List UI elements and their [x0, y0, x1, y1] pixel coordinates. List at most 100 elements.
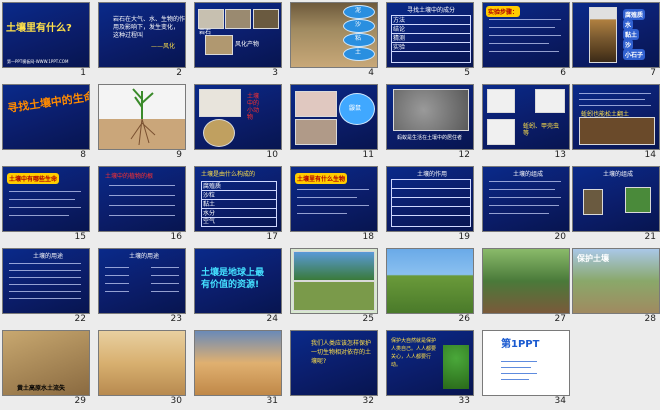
slide-thumbnail-29[interactable]: 黄土高原水土流失 29	[2, 330, 90, 410]
slide-text: 土壤是地球上最有价值的资源!	[201, 268, 265, 290]
soil-jar-photo	[589, 7, 617, 63]
slide-thumbnail-31[interactable]: 31	[194, 330, 282, 410]
slide-3-preview: 岩石 风化产物	[194, 2, 282, 68]
slide-15-preview: 土壤中有哪些生命	[2, 166, 90, 232]
slide-number: 2	[176, 68, 182, 78]
table-cell: 腐殖质	[203, 183, 222, 190]
slide-number: 33	[458, 396, 470, 406]
slide-thumbnail-34[interactable]: 第1PPT 34	[482, 330, 570, 410]
slide-thumbnail-15[interactable]: 土壤中有哪些生命 15	[2, 166, 90, 246]
slide-title: 土壤的用途	[129, 253, 160, 260]
bubble-text: 泥	[355, 7, 362, 14]
slide-number: 3	[272, 68, 278, 78]
slide-thumbnail-4[interactable]: 泥 沙 粘 土 4	[290, 2, 378, 82]
slide-thumbnail-11[interactable]: 鼹鼠 11	[290, 84, 378, 164]
slide-thumbnail-3[interactable]: 岩石 风化产物 3	[194, 2, 282, 82]
beetle-photo	[535, 89, 565, 113]
slide-thumbnail-28[interactable]: 保护土壤 28	[572, 248, 660, 328]
slide-24-preview: 土壤是地球上最有价值的资源!	[194, 248, 282, 314]
slide-thumbnail-2[interactable]: 岩石在大气、水、生物的作 用及影响下，发生变化， 这种过程叫 ——风化 2	[98, 2, 186, 82]
slide-thumbnail-8[interactable]: 寻找土壤中的生命 8	[2, 84, 90, 164]
slide-number: 6	[560, 68, 566, 78]
layer-label: 小石子	[623, 49, 646, 60]
slide-thumbnail-1[interactable]: 土壤里有什么? 第一PPT模板网-WWW.1PPT.COM 1	[2, 2, 90, 82]
slide-text: 保护大自然就是保护人类自己。人人都要关心，人人都要行动。	[391, 338, 437, 368]
slide-thumbnail-27[interactable]: 27	[482, 248, 570, 328]
slide-title: 寻找土壤中的生命	[6, 89, 90, 116]
slide-8-preview: 寻找土壤中的生命	[2, 84, 90, 150]
slide-18-preview: 土壤里有什么生物	[290, 166, 378, 232]
slide-25-preview	[290, 248, 378, 314]
rock-photo	[198, 9, 224, 29]
slide-thumbnail-17[interactable]: 土壤是由什么构成的 腐殖质 沙粒 黏土 水分 空气 17	[194, 166, 282, 246]
slide-number: 13	[554, 150, 566, 160]
slide-thumbnail-13[interactable]: 蚯蚓、甲壳虫等 13	[482, 84, 570, 164]
slide-thumbnail-26[interactable]: 26	[386, 248, 474, 328]
farmland-photo	[293, 281, 375, 311]
plant-roots-icon	[99, 88, 185, 149]
slide-thumbnail-5[interactable]: 寻找土壤中的成分 方法 结论 猜测 实验 5	[386, 2, 474, 82]
bubble-text: 粘	[355, 35, 362, 42]
slide-number: 8	[80, 150, 86, 160]
plant-photo	[625, 187, 651, 213]
slide-thumbnail-30[interactable]: 30	[98, 330, 186, 410]
slide-thumbnail-33[interactable]: 保护大自然就是保护人类自己。人人都要关心，人人都要行动。 33	[386, 330, 474, 410]
slide-number: 5	[464, 68, 470, 78]
slide-thumbnail-22[interactable]: 土壤的用途 22	[2, 248, 90, 328]
slide-number: 32	[362, 396, 374, 406]
slide-thumbnail-24[interactable]: 土壤是地球上最有价值的资源! 24	[194, 248, 282, 328]
table-cell: 实验	[393, 44, 406, 51]
slide-6-preview: 实验步骤：	[482, 2, 570, 68]
slide-caption: 蚂蚁是生活在土壤中的居住者	[397, 135, 463, 141]
slide-thumbnail-10[interactable]: 土壤中的小动物 10	[194, 84, 282, 164]
slide-34-preview: 第1PPT	[482, 330, 570, 396]
table-cell: 水分	[203, 210, 216, 217]
slide-26-preview	[386, 248, 474, 314]
slide-thumbnail-6[interactable]: 实验步骤： 6	[482, 2, 570, 82]
slide-31-preview	[194, 330, 282, 396]
slide-22-preview: 土壤的用途	[2, 248, 90, 314]
slide-thumbnail-16[interactable]: 土壤中的植物的根 16	[98, 166, 186, 246]
soil-sample-photo	[583, 189, 603, 215]
slide-number: 1	[80, 68, 86, 78]
soil-photo	[253, 9, 279, 29]
slide-thumbnail-21[interactable]: 土壤的组成 21	[572, 166, 660, 246]
slide-number: 15	[74, 232, 86, 242]
slide-number: 7	[650, 68, 656, 78]
slide-29-preview: 黄土高原水土流失	[2, 330, 90, 396]
tree-photo	[443, 345, 469, 389]
slide-thumbnail-18[interactable]: 土壤里有什么生物 18	[290, 166, 378, 246]
label-rock: 岩石	[199, 29, 212, 36]
slide-28-preview: 保护土壤	[572, 248, 660, 314]
slide-number: 19	[458, 232, 470, 242]
slide-caption: 土壤中的小动物	[247, 93, 260, 121]
slide-sorter-grid: 土壤里有什么? 第一PPT模板网-WWW.1PPT.COM 1 岩石在大气、水、…	[0, 0, 660, 410]
slide-thumbnail-19[interactable]: 土壤的作用 19	[386, 166, 474, 246]
slide-10-preview: 土壤中的小动物	[194, 84, 282, 150]
slide-11-preview: 鼹鼠	[290, 84, 378, 150]
slide-thumbnail-12[interactable]: 蚂蚁是生活在土壤中的居住者 12	[386, 84, 474, 164]
slide-thumbnail-25[interactable]: 25	[290, 248, 378, 328]
slide-thumbnail-20[interactable]: 土壤的组成 20	[482, 166, 570, 246]
slide-thumbnail-7[interactable]: 腐殖质 水 黏土 沙 小石子 7	[572, 2, 660, 82]
slide-footer: 第一PPT模板网-WWW.1PPT.COM	[7, 59, 69, 64]
slide-caption: 蚯蚓、甲壳虫等	[523, 123, 560, 137]
slide-17-preview: 土壤是由什么构成的 腐殖质 沙粒 黏土 水分 空气	[194, 166, 282, 232]
slide-thumbnail-32[interactable]: 我们人类应该怎样保护一切生物相对依存的土壤呢? 32	[290, 330, 378, 410]
bubble-text: 鼹鼠	[349, 105, 362, 112]
tick-photo	[487, 119, 515, 145]
slide-thumbnail-9[interactable]: 9	[98, 84, 186, 164]
slide-title: 保护土壤	[577, 254, 609, 263]
slide-thumbnail-23[interactable]: 土壤的用途 23	[98, 248, 186, 328]
slide-thumbnail-14[interactable]: 蚯蚓也能松土翻土 14	[572, 84, 660, 164]
slide-number: 10	[266, 150, 278, 160]
slide-title-badge: 实验步骤：	[486, 6, 521, 17]
slide-logo: 第1PPT	[501, 339, 540, 350]
slide-title-badge: 土壤中有哪些生命	[7, 173, 60, 184]
slide-number: 29	[74, 396, 86, 406]
slide-21-preview: 土壤的组成	[572, 166, 660, 232]
slide-title: 土壤的作用	[417, 171, 448, 178]
slide-23-preview: 土壤的用途	[98, 248, 186, 314]
slide-27-preview	[482, 248, 570, 314]
slide-title: 土壤的组成	[513, 171, 544, 178]
